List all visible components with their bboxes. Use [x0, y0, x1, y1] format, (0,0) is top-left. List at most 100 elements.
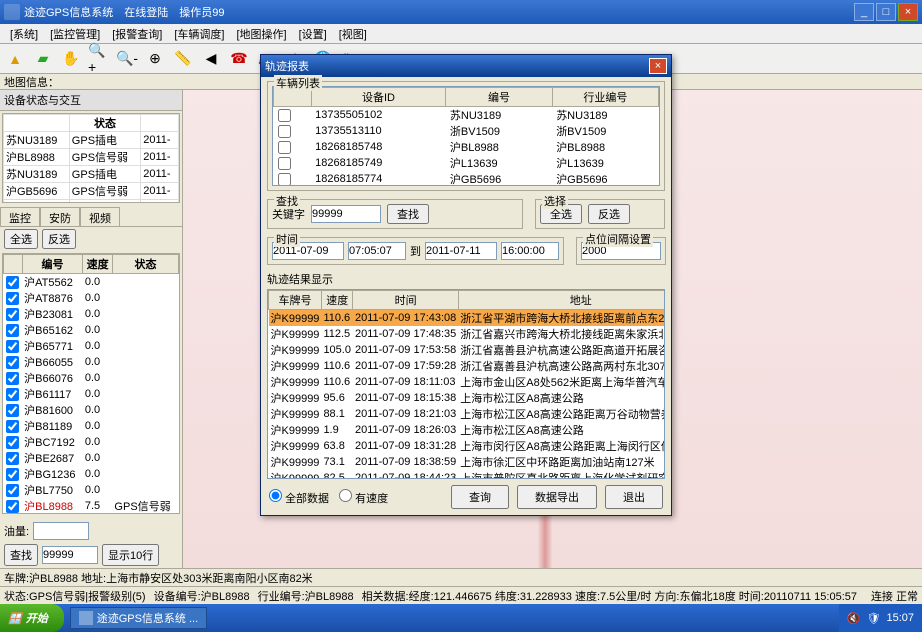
pan-icon[interactable]: ✋ — [60, 48, 82, 70]
select-all-button[interactable]: 全选 — [4, 229, 38, 249]
list-item[interactable]: 沪BG12360.0 — [4, 466, 179, 482]
point-interval-label: 点位间隔设置 — [583, 231, 653, 247]
phone-icon[interactable]: ☎ — [228, 48, 250, 70]
status-gps: 状态:GPS信号弱|报警级别(5) — [4, 588, 146, 604]
tracking-list[interactable]: 编号速度状态沪AT55620.0沪AT88760.0沪B230810.0沪B65… — [2, 253, 180, 514]
menu-item[interactable]: [报警查询] — [106, 24, 168, 43]
device-list[interactable]: 状态苏NU3189GPS插电2011-沪BL8988GPS信号弱2011-苏NU… — [2, 113, 180, 203]
time-group-label: 时间 — [274, 231, 300, 247]
query-button[interactable]: 查询 — [451, 485, 509, 509]
tabs: 监控安防视频 — [0, 207, 182, 227]
tray-icon[interactable]: 🛡 — [867, 612, 881, 625]
dialog-title: 轨迹报表 — [265, 58, 309, 74]
vehicle-row[interactable]: 18268185774沪GB5696沪GB5696 — [274, 171, 659, 186]
list-item[interactable]: 沪BL77500.0 — [4, 482, 179, 498]
taskbar: 🪟开始 途迹GPS信息系统 ... 🔇 🛡 15:07 — [0, 604, 922, 632]
maximize-button[interactable]: □ — [876, 3, 896, 21]
time-from-input[interactable] — [348, 242, 406, 260]
vehicle-row[interactable]: 13735513110浙BV1509浙BV1509 — [274, 123, 659, 139]
result-label: 轨迹结果显示 — [261, 269, 671, 289]
result-row[interactable]: 沪K9999982.52011-07-09 18:44:23上海市普陀区真北路距… — [269, 470, 666, 479]
vehicle-row[interactable]: 18268185748沪BL8988沪BL8988 — [274, 139, 659, 155]
show10-button[interactable]: 显示10行 — [102, 544, 159, 566]
list-item[interactable]: 沪BL89887.5GPS信号弱 — [4, 498, 179, 514]
time-to-input[interactable] — [501, 242, 559, 260]
status-device: 设备编号:沪BL8988 — [154, 588, 250, 604]
search-button[interactable]: 查找 — [4, 544, 38, 566]
list-item[interactable]: 沪AT88760.0 — [4, 290, 179, 306]
tab[interactable]: 安防 — [40, 207, 80, 226]
list-item[interactable]: 沪BE26870.0 — [4, 450, 179, 466]
vehicle-row[interactable]: 18268185749沪L13639沪L13639 — [274, 155, 659, 171]
select-inverse-button[interactable]: 反选 — [42, 229, 76, 249]
list-item[interactable]: 沪B816000.0 — [4, 402, 179, 418]
list-item[interactable]: 沪B811890.0 — [4, 418, 179, 434]
left-panel: 设备状态与交互 状态苏NU3189GPS插电2011-沪BL8988GPS信号弱… — [0, 90, 183, 568]
zoom-out-icon[interactable]: 🔍- — [116, 48, 138, 70]
result-row[interactable]: 沪K999991.92011-07-09 18:26:03上海市松江区A8高速公… — [269, 422, 666, 438]
menu-item[interactable]: [视图] — [333, 24, 373, 43]
minimize-button[interactable]: _ — [854, 3, 874, 21]
oil-input[interactable] — [33, 522, 89, 540]
search-group-label: 查找 — [274, 193, 300, 209]
menu-item[interactable]: [设置] — [293, 24, 333, 43]
menu-item[interactable]: [监控管理] — [44, 24, 106, 43]
menu-item[interactable]: [车辆调度] — [168, 24, 230, 43]
device-row[interactable]: 苏NU3189GPS插电2011- — [4, 132, 179, 149]
list-item[interactable]: 沪B651620.0 — [4, 322, 179, 338]
menu-item[interactable]: [系统] — [4, 24, 44, 43]
zoom-in-icon[interactable]: 🔍+ — [88, 48, 110, 70]
zoom-full-icon[interactable]: ⊕ — [144, 48, 166, 70]
device-row[interactable]: 沪BL8988GPS信号弱2011- — [4, 149, 179, 166]
oil-label: 油量: — [4, 523, 29, 539]
device-row[interactable]: 沪BL8988GPS信号弱2011- — [4, 200, 179, 204]
date-to-input[interactable] — [425, 242, 497, 260]
radio-all-data[interactable]: 全部数据 — [269, 489, 329, 506]
measure-icon[interactable]: 📏 — [172, 48, 194, 70]
result-row[interactable]: 沪K99999105.02011-07-09 17:53:58浙江省嘉善县沪杭高… — [269, 342, 666, 358]
back-icon[interactable]: ◀ — [200, 48, 222, 70]
app-icon — [4, 4, 20, 20]
radio-has-speed[interactable]: 有速度 — [339, 489, 388, 506]
system-tray[interactable]: 🔇 🛡 15:07 — [839, 604, 922, 632]
vehicle-row[interactable]: 13735505102苏NU3189苏NU3189 — [274, 107, 659, 124]
result-row[interactable]: 沪K99999112.52011-07-09 17:48:35浙江省嘉兴市跨海大… — [269, 326, 666, 342]
result-row[interactable]: 沪K99999110.62011-07-09 18:11:03上海市金山区A8处… — [269, 374, 666, 390]
result-row[interactable]: 沪K99999110.62011-07-09 17:43:08浙江省平湖市跨海大… — [269, 310, 666, 327]
result-row[interactable]: 沪K9999963.82011-07-09 18:31:28上海市闵行区A8高速… — [269, 438, 666, 454]
dialog-search-button[interactable]: 查找 — [387, 204, 429, 224]
address-bar: 车牌:沪BL8988 地址:上海市静安区处303米距离南阳小区南82米 — [0, 568, 922, 586]
pointer-icon[interactable]: ▲ — [4, 48, 26, 70]
close-button[interactable]: × — [898, 3, 918, 21]
result-row[interactable]: 沪K99999110.62011-07-09 17:59:28浙江省嘉善县沪杭高… — [269, 358, 666, 374]
list-item[interactable]: 沪B611170.0 — [4, 386, 179, 402]
device-row[interactable]: 沪GB5696GPS信号弱2011- — [4, 183, 179, 200]
list-item[interactable]: 沪AT55620.0 — [4, 274, 179, 291]
result-row[interactable]: 沪K9999988.12011-07-09 18:21:03上海市松江区A8高速… — [269, 406, 666, 422]
list-item[interactable]: 沪BC71920.0 — [4, 434, 179, 450]
start-button[interactable]: 🪟开始 — [0, 604, 64, 632]
result-row[interactable]: 沪K9999973.12011-07-09 18:38:59上海市徐汇区中环路距… — [269, 454, 666, 470]
vehicle-table[interactable]: 设备ID编号行业编号13735505102苏NU3189苏NU318913735… — [272, 86, 660, 186]
result-row[interactable]: 沪K9999995.62011-07-09 18:15:38上海市松江区A8高速… — [269, 390, 666, 406]
device-panel-header: 设备状态与交互 — [0, 90, 182, 111]
tab[interactable]: 监控 — [0, 207, 40, 226]
dialog-close-button[interactable]: × — [649, 58, 667, 74]
list-item[interactable]: 沪B230810.0 — [4, 306, 179, 322]
list-item[interactable]: 沪B660760.0 — [4, 370, 179, 386]
dialog-select-inverse-button[interactable]: 反选 — [588, 204, 630, 224]
task-item[interactable]: 途迹GPS信息系统 ... — [70, 607, 207, 629]
vehicle-list-label: 车辆列表 — [274, 75, 322, 91]
tray-icon[interactable]: 🔇 — [847, 612, 861, 625]
select-icon[interactable]: ▰ — [32, 48, 54, 70]
search-input[interactable] — [42, 546, 98, 564]
keyword-input[interactable] — [311, 205, 381, 223]
device-row[interactable]: 苏NU3189GPS插电2011- — [4, 166, 179, 183]
list-item[interactable]: 沪B660550.0 — [4, 354, 179, 370]
result-table[interactable]: 车牌号速度时间地址沪K99999110.62011-07-09 17:43:08… — [267, 289, 665, 479]
list-item[interactable]: 沪B657710.0 — [4, 338, 179, 354]
menu-item[interactable]: [地图操作] — [231, 24, 293, 43]
exit-button[interactable]: 退出 — [605, 485, 663, 509]
tab[interactable]: 视频 — [80, 207, 120, 226]
export-button[interactable]: 数据导出 — [517, 485, 597, 509]
